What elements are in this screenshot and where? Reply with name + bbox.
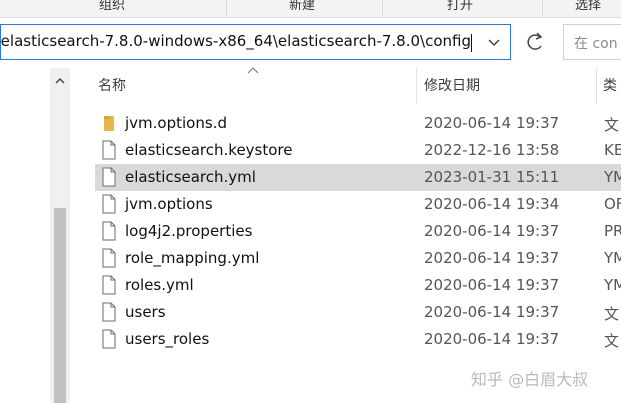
- ribbon-separator: [542, 0, 543, 17]
- refresh-button[interactable]: [520, 24, 550, 60]
- file-name: elasticsearch.yml: [125, 168, 256, 186]
- file-icon: [101, 167, 117, 187]
- file-name: jvm.options.d: [125, 114, 227, 132]
- file-name: jvm.options: [125, 195, 213, 213]
- file-type: YM: [604, 249, 621, 267]
- file-icon: [101, 302, 117, 322]
- search-input[interactable]: 在 con: [563, 24, 621, 60]
- file-row[interactable]: roles.yml 2020-06-14 19:37 YM: [95, 272, 621, 299]
- file-type: KE: [604, 141, 621, 159]
- column-header-name[interactable]: 名称: [98, 72, 126, 100]
- ribbon-group-open[interactable]: 打开: [447, 0, 473, 13]
- column-divider[interactable]: [416, 68, 417, 104]
- watermark: 知乎 @白眉大叔: [471, 370, 589, 389]
- address-path[interactable]: ES\elasticsearch-7.8.0-windows-x86_64\el…: [1, 32, 471, 50]
- ribbon-separator: [226, 0, 227, 17]
- file-icon: [101, 221, 117, 241]
- file-name: role_mapping.yml: [125, 249, 260, 267]
- file-row[interactable]: jvm.options 2020-06-14 19:34 OF: [95, 191, 621, 218]
- file-name: elasticsearch.keystore: [125, 141, 293, 159]
- file-date: 2023-01-31 15:11: [424, 168, 560, 186]
- ribbon-separator: [382, 0, 383, 17]
- file-date: 2020-06-14 19:37: [424, 330, 560, 348]
- file-icon: [101, 329, 117, 349]
- nav-scrollbar[interactable]: [50, 68, 70, 403]
- nav-scrollbar-thumb[interactable]: [54, 208, 66, 403]
- file-date: 2020-06-14 19:37: [424, 114, 560, 132]
- file-name: log4j2.properties: [125, 222, 253, 240]
- file-type: OF: [604, 195, 621, 213]
- file-date: 2020-06-14 19:34: [424, 195, 560, 213]
- ribbon-group-new[interactable]: 新建: [289, 0, 315, 13]
- file-type: PR: [604, 222, 621, 240]
- file-type: YM: [604, 168, 621, 186]
- address-bar[interactable]: ES\elasticsearch-7.8.0-windows-x86_64\el…: [0, 24, 511, 60]
- file-row[interactable]: role_mapping.yml 2020-06-14 19:37 YM: [95, 245, 621, 272]
- file-icon: [101, 194, 117, 214]
- file-date: 2020-06-14 19:37: [424, 303, 560, 321]
- refresh-icon: [527, 32, 543, 50]
- column-header-type[interactable]: 类: [603, 72, 617, 100]
- scroll-up-icon[interactable]: [54, 72, 66, 84]
- search-placeholder: 在 con: [574, 36, 618, 52]
- file-date: 2022-12-16 13:58: [424, 141, 560, 159]
- file-icon: [101, 275, 117, 295]
- file-type: 文: [604, 116, 620, 134]
- file-type: YM: [604, 276, 621, 294]
- file-date: 2020-06-14 19:37: [424, 222, 560, 240]
- address-row: ES\elasticsearch-7.8.0-windows-x86_64\el…: [0, 18, 621, 68]
- folder-icon: [101, 113, 117, 133]
- chevron-down-icon[interactable]: [485, 33, 503, 51]
- ribbon-group-captions: 组织 新建 打开 选择: [0, 0, 621, 18]
- file-name: roles.yml: [125, 276, 194, 294]
- file-date: 2020-06-14 19:37: [424, 249, 560, 267]
- file-type: 文: [604, 305, 620, 323]
- column-header-date-modified[interactable]: 修改日期: [424, 72, 480, 100]
- address-path-container: ES\elasticsearch-7.8.0-windows-x86_64\el…: [1, 32, 471, 52]
- file-row[interactable]: log4j2.properties 2020-06-14 19:37 PR: [95, 218, 621, 245]
- file-name: users: [125, 303, 166, 321]
- file-row[interactable]: elasticsearch.yml 2023-01-31 15:11 YM: [95, 164, 621, 191]
- text-caret: [471, 34, 472, 52]
- file-row[interactable]: users_roles 2020-06-14 19:37 文: [95, 326, 621, 353]
- file-icon: [101, 140, 117, 160]
- ribbon-group-organize[interactable]: 组织: [99, 0, 125, 13]
- file-type: 文: [604, 332, 620, 350]
- file-row[interactable]: elasticsearch.keystore 2022-12-16 13:58 …: [95, 137, 621, 164]
- file-date: 2020-06-14 19:37: [424, 276, 560, 294]
- file-row[interactable]: jvm.options.d 2020-06-14 19:37 文: [95, 110, 621, 137]
- file-name: users_roles: [125, 330, 210, 348]
- file-icon: [101, 248, 117, 268]
- file-row[interactable]: users 2020-06-14 19:37 文: [95, 299, 621, 326]
- sort-ascending-icon: [247, 67, 259, 74]
- ribbon-group-select[interactable]: 选择: [575, 0, 601, 13]
- column-divider[interactable]: [596, 68, 597, 104]
